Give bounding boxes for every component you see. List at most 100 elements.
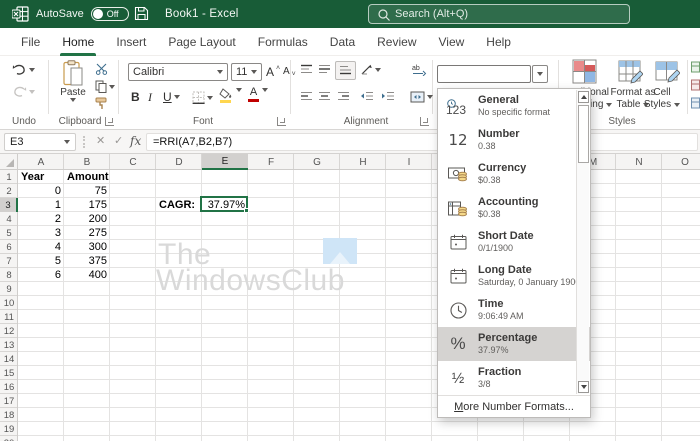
row-header-18[interactable]: 18	[0, 408, 18, 422]
row-header-10[interactable]: 10	[0, 296, 18, 310]
column-header-O[interactable]: O	[662, 154, 700, 170]
paste-button[interactable]: Paste	[54, 60, 92, 116]
increase-indent-button[interactable]	[381, 91, 395, 102]
more-number-formats-button[interactable]: More Number Formats...	[438, 395, 590, 417]
underline-button[interactable]: U	[163, 90, 180, 104]
column-header-F[interactable]: F	[248, 154, 294, 170]
cell-A6[interactable]: 4	[18, 240, 64, 254]
name-box-dropdown-icon[interactable]	[64, 140, 70, 144]
cell-B5[interactable]: 275	[64, 226, 110, 240]
column-header-D[interactable]: D	[156, 154, 202, 170]
cell-B1[interactable]: Amount	[64, 170, 110, 184]
row-header-14[interactable]: 14	[0, 352, 18, 366]
cell-styles-icon[interactable]	[655, 59, 680, 84]
menu-item-accounting[interactable]: Accounting $0.38	[438, 191, 590, 225]
row-header-3[interactable]: 3	[0, 198, 18, 212]
scrollbar-thumb[interactable]	[578, 105, 589, 163]
paste-dropdown-icon[interactable]	[70, 98, 76, 102]
column-header-H[interactable]: H	[340, 154, 386, 170]
tab-view[interactable]: View	[428, 28, 476, 56]
column-header-G[interactable]: G	[294, 154, 340, 170]
cell-B3[interactable]: 175	[64, 198, 110, 212]
tab-formulas[interactable]: Formulas	[247, 28, 319, 56]
cell-B2[interactable]: 75	[64, 184, 110, 198]
menu-scrollbar[interactable]	[576, 90, 589, 394]
bold-button[interactable]: B	[131, 90, 140, 104]
cell-styles-button[interactable]: Cell Styles	[634, 87, 690, 111]
font-name-select[interactable]: Calibri	[128, 63, 228, 81]
cancel-icon[interactable]: ✕	[96, 134, 105, 147]
column-header-I[interactable]: I	[386, 154, 432, 170]
orientation-button[interactable]	[360, 64, 381, 76]
menu-item-percentage[interactable]: % Percentage 37.97%	[438, 327, 590, 361]
tab-file[interactable]: File	[10, 28, 51, 56]
decrease-font-size-button[interactable]: A ˅	[283, 65, 296, 78]
menu-item-fraction[interactable]: ½ Fraction 3/8	[438, 361, 590, 395]
align-left-button[interactable]	[300, 91, 313, 102]
menu-item-long-date[interactable]: Long Date Saturday, 0 January 1900	[438, 259, 590, 293]
excel-app-icon[interactable]	[11, 6, 29, 27]
format-as-table-icon[interactable]	[618, 59, 643, 84]
menu-item-currency[interactable]: Currency $0.38	[438, 157, 590, 191]
fill-color-dropdown-icon[interactable]	[236, 88, 242, 92]
row-header-11[interactable]: 11	[0, 310, 18, 324]
row-header-7[interactable]: 7	[0, 254, 18, 268]
copy-button[interactable]	[95, 80, 115, 93]
borders-button[interactable]	[192, 91, 213, 104]
row-header-5[interactable]: 5	[0, 226, 18, 240]
row-header-12[interactable]: 12	[0, 324, 18, 338]
column-header-C[interactable]: C	[110, 154, 156, 170]
cell-A4[interactable]: 2	[18, 212, 64, 226]
column-header-B[interactable]: B	[64, 154, 110, 170]
cell-A8[interactable]: 6	[18, 268, 64, 282]
row-header-4[interactable]: 4	[0, 212, 18, 226]
font-size-select[interactable]: 11	[231, 63, 262, 81]
row-header-9[interactable]: 9	[0, 282, 18, 296]
row-header-1[interactable]: 1	[0, 170, 18, 184]
italic-button[interactable]: I	[148, 90, 152, 105]
cell-A2[interactable]: 0	[18, 184, 64, 198]
cells-layer[interactable]	[18, 170, 700, 441]
menu-item-general[interactable]: 123 General No specific format	[438, 89, 590, 123]
cell-A7[interactable]: 5	[18, 254, 64, 268]
cell-B7[interactable]: 375	[64, 254, 110, 268]
tab-data[interactable]: Data	[319, 28, 366, 56]
menu-item-time[interactable]: Time 9:06:49 AM	[438, 293, 590, 327]
align-bottom-button[interactable]	[335, 61, 356, 80]
cell-D3[interactable]: CAGR:	[156, 198, 202, 212]
row-header-17[interactable]: 17	[0, 394, 18, 408]
menu-item-short-date[interactable]: Short Date 0/1/1900	[438, 225, 590, 259]
undo-button[interactable]	[12, 64, 35, 76]
tab-help[interactable]: Help	[475, 28, 522, 56]
row-header-13[interactable]: 13	[0, 338, 18, 352]
align-right-button[interactable]	[337, 91, 350, 102]
cell-B8[interactable]: 400	[64, 268, 110, 282]
tab-page-layout[interactable]: Page Layout	[157, 28, 246, 56]
decrease-indent-button[interactable]	[360, 91, 374, 102]
name-box[interactable]: E3	[4, 133, 76, 151]
row-header-8[interactable]: 8	[0, 268, 18, 282]
cell-A1[interactable]: Year	[18, 170, 64, 184]
number-format-combobox[interactable]	[437, 65, 531, 83]
cell-A3[interactable]: 1	[18, 198, 64, 212]
wrap-text-button[interactable]: ab	[412, 64, 427, 76]
format-painter-button[interactable]	[95, 97, 108, 110]
increase-font-size-button[interactable]: A ˄	[266, 65, 280, 80]
cell-B4[interactable]: 200	[64, 212, 110, 226]
font-color-dropdown-icon[interactable]	[262, 88, 268, 92]
fill-handle[interactable]	[244, 208, 249, 213]
search-input[interactable]: Search (Alt+Q)	[368, 4, 630, 24]
scroll-up-icon[interactable]	[578, 91, 589, 103]
autosave-toggle[interactable]: Off	[90, 7, 129, 21]
clipboard-dialog-launcher-icon[interactable]	[105, 117, 114, 126]
menu-item-number[interactable]: 12 Number 0.38	[438, 123, 590, 157]
font-color-button[interactable]: A	[248, 87, 259, 102]
format-cells-icon-partial[interactable]	[691, 96, 700, 114]
delete-cells-icon-partial[interactable]	[691, 78, 700, 96]
cell-B6[interactable]: 300	[64, 240, 110, 254]
row-header-6[interactable]: 6	[0, 240, 18, 254]
number-format-dropdown-button[interactable]	[532, 65, 548, 83]
autosave-control[interactable]: AutoSave Off	[36, 0, 129, 28]
cell-A5[interactable]: 3	[18, 226, 64, 240]
row-header-19[interactable]: 19	[0, 422, 18, 436]
